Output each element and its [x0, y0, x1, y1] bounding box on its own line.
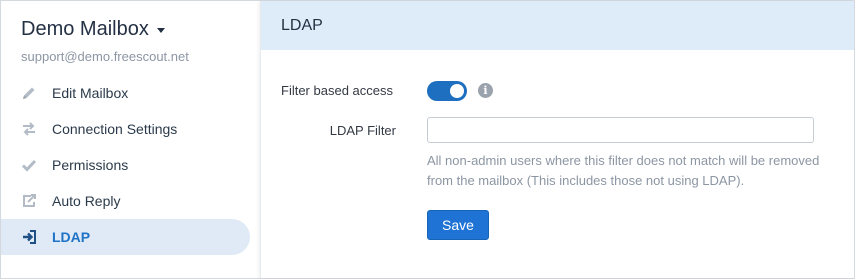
ldap-filter-label: LDAP Filter	[329, 123, 396, 138]
main-panel: LDAP Filter based access i LDAP Filter A…	[260, 1, 854, 278]
sidebar-item-permissions[interactable]: Permissions	[1, 147, 250, 183]
swap-arrows-icon	[20, 120, 38, 138]
sidebar-item-edit-mailbox[interactable]: Edit Mailbox	[1, 75, 250, 111]
sidebar-nav: Edit Mailbox Connection Settings Permiss…	[1, 75, 250, 255]
ldap-filter-input[interactable]	[427, 117, 814, 143]
share-icon	[20, 192, 38, 210]
save-button[interactable]: Save	[427, 210, 489, 240]
sidebar-item-auto-reply[interactable]: Auto Reply	[1, 183, 250, 219]
sidebar-item-ldap[interactable]: LDAP	[1, 219, 250, 255]
sidebar-item-label: Edit Mailbox	[52, 85, 129, 101]
caret-down-icon	[156, 28, 165, 33]
info-icon[interactable]: i	[478, 83, 493, 98]
mailbox-email: support@demo.freescout.net	[21, 49, 189, 64]
sidebar-item-label: Connection Settings	[52, 121, 178, 137]
toggle-knob	[450, 84, 464, 98]
sidebar-item-label: Permissions	[52, 157, 129, 173]
mailbox-name: Demo Mailbox	[21, 18, 149, 40]
filter-access-label: Filter based access	[281, 83, 393, 98]
pencil-icon	[20, 84, 38, 102]
sidebar-item-label: Auto Reply	[52, 193, 121, 209]
sidebar-item-connection-settings[interactable]: Connection Settings	[1, 111, 250, 147]
sidebar-item-label: LDAP	[52, 229, 91, 245]
sidebar: Demo Mailbox support@demo.freescout.net …	[1, 1, 260, 278]
page-header: LDAP	[261, 1, 854, 50]
page-title: LDAP	[281, 16, 323, 34]
filter-access-toggle[interactable]	[427, 81, 467, 101]
mailbox-selector[interactable]: Demo Mailbox	[21, 18, 165, 41]
app-frame: Demo Mailbox support@demo.freescout.net …	[0, 0, 855, 279]
ldap-filter-help-text: All non-admin users where this filter do…	[427, 153, 820, 188]
checkmark-icon	[20, 156, 38, 174]
sign-in-icon	[20, 228, 38, 246]
